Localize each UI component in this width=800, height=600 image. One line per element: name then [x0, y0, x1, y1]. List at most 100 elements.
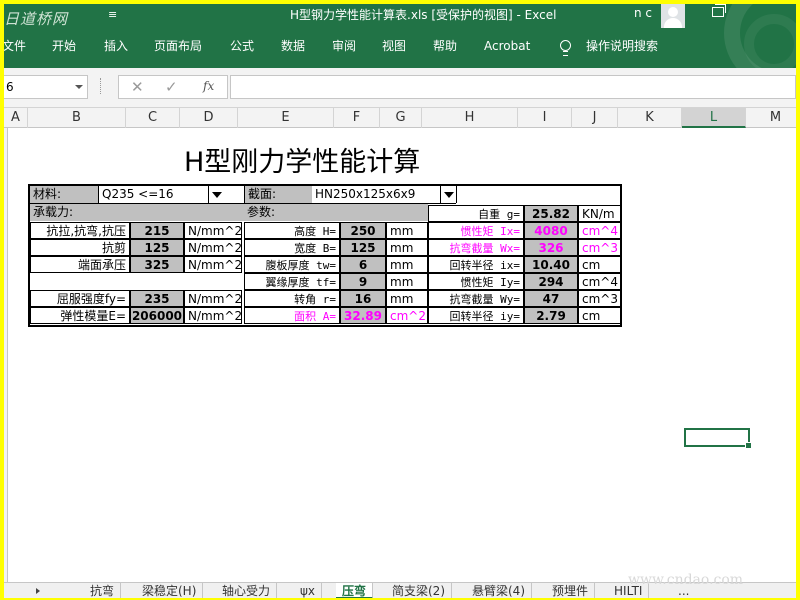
- column-header-J[interactable]: J: [572, 108, 618, 128]
- param-unit-5: mm: [386, 290, 428, 307]
- param-value-5: 16: [340, 290, 386, 307]
- chevron-down-icon[interactable]: [75, 85, 83, 89]
- section-dropdown-arrow-icon[interactable]: [440, 186, 456, 203]
- sheet-tab-2[interactable]: 梁稳定(H): [136, 583, 204, 598]
- param-label-3: 腹板厚度 tw=: [244, 256, 340, 273]
- tab-formulas[interactable]: 公式: [230, 34, 254, 58]
- param-label-5: 转角 r=: [244, 290, 340, 307]
- column-header-C[interactable]: C: [126, 108, 180, 128]
- tab-data[interactable]: 数据: [281, 34, 305, 58]
- calculation-table: 材料: Q235 <=16 截面: HN250x125x6x9 承载力: 参数:…: [28, 184, 622, 327]
- sheet-tab-active[interactable]: 压弯: [336, 583, 374, 598]
- param-unit-1: mm: [386, 222, 428, 239]
- capacity-unit-2: N/mm^2: [184, 239, 242, 256]
- selected-cell[interactable]: [684, 428, 752, 449]
- prop-label-6: 抗弯截量 Wy=: [428, 290, 524, 307]
- ribbon-display-options-icon[interactable]: [712, 4, 726, 17]
- column-header-I[interactable]: I: [518, 108, 572, 128]
- capacity-value-2: 125: [130, 239, 184, 256]
- user-name[interactable]: n c: [634, 6, 652, 20]
- tab-help[interactable]: 帮助: [433, 34, 457, 58]
- column-header-M[interactable]: M: [746, 108, 796, 128]
- prop-unit-1: KN/m: [578, 205, 622, 222]
- param-value-6: 32.89: [340, 307, 386, 324]
- param-value-3: 6: [340, 256, 386, 273]
- column-header-G[interactable]: G: [380, 108, 422, 128]
- param-label-2: 宽度 B=: [244, 239, 340, 256]
- column-header-H[interactable]: H: [422, 108, 518, 128]
- name-box[interactable]: 6: [4, 75, 88, 99]
- capacity-value-4: 235: [130, 290, 184, 307]
- prop-label-3: 抗弯截量 Wx=: [428, 239, 524, 256]
- prop-value-2: 4080: [524, 222, 578, 239]
- formula-input[interactable]: [230, 75, 796, 99]
- tab-view[interactable]: 视图: [382, 34, 406, 58]
- column-header-E[interactable]: E: [238, 108, 334, 128]
- avatar[interactable]: [661, 4, 685, 28]
- param-value-2: 125: [340, 239, 386, 256]
- tab-review[interactable]: 审阅: [332, 34, 356, 58]
- param-label-4: 翼缘厚度 tf=: [244, 273, 340, 290]
- worksheet-grid[interactable]: H型刚力学性能计算 材料: Q235 <=16 截面: HN250x125x6x…: [8, 128, 796, 582]
- capacity-unit-1: N/mm^2: [184, 222, 242, 239]
- capacity-unit-3: N/mm^2: [184, 256, 242, 273]
- capacity-label-5: 弹性模量E=: [30, 307, 130, 324]
- formula-buttons: ✕ ✓ fx: [118, 75, 228, 99]
- param-unit-4: mm: [386, 273, 428, 290]
- prop-value-5: 294: [524, 273, 578, 290]
- prop-value-4: 10.40: [524, 256, 578, 273]
- sheet-tab-4[interactable]: ψx: [294, 583, 323, 598]
- name-box-value: 6: [6, 80, 14, 94]
- column-header-F[interactable]: F: [334, 108, 380, 128]
- quick-access-customize-icon[interactable]: ≡: [108, 8, 117, 21]
- column-header-B[interactable]: B: [28, 108, 126, 128]
- param-label-1: 高度 H=: [244, 222, 340, 239]
- column-header-L[interactable]: L: [682, 108, 746, 128]
- section-label: 截面:: [244, 186, 312, 203]
- material-dropdown-arrow-icon[interactable]: [208, 186, 224, 203]
- sheet-tab-3[interactable]: 轴心受力: [216, 583, 278, 598]
- params-header: 参数:: [244, 204, 428, 221]
- sheet-tab-7[interactable]: 悬臂梁(4): [466, 583, 532, 598]
- column-header-D[interactable]: D: [180, 108, 238, 128]
- prop-unit-3: cm^3: [578, 239, 622, 256]
- column-header-A[interactable]: A: [4, 108, 28, 128]
- splitter-handle[interactable]: [100, 78, 103, 94]
- param-value-1: 250: [340, 222, 386, 239]
- prop-label-2: 惯性矩 Ix=: [428, 222, 524, 239]
- column-header-K[interactable]: K: [618, 108, 682, 128]
- excel-window: 日道桥网 ≡ H型钢力学性能计算表.xls [受保护的视图] - Excel n…: [4, 4, 796, 598]
- capacity-label-1: 抗拉,抗弯,抗压: [30, 222, 130, 239]
- tab-home[interactable]: 开始: [52, 34, 76, 58]
- cancel-icon[interactable]: ✕: [131, 78, 144, 96]
- tab-insert[interactable]: 插入: [104, 34, 128, 58]
- tab-file[interactable]: 文件: [4, 34, 26, 58]
- material-select[interactable]: Q235 <=16: [98, 186, 226, 203]
- param-value-4: 9: [340, 273, 386, 290]
- prop-unit-2: cm^4: [578, 222, 622, 239]
- prop-unit-7: cm: [578, 307, 622, 324]
- column-headers: A B C D E F G H I J K L M: [4, 108, 796, 128]
- formula-bar: 6 ✕ ✓ fx: [4, 68, 796, 108]
- tab-page-layout[interactable]: 页面布局: [154, 34, 202, 58]
- prop-value-3: 326: [524, 239, 578, 256]
- site-logo: 日道桥网: [4, 10, 69, 28]
- sheet-tab-6[interactable]: 简支梁(2): [386, 583, 452, 598]
- scroll-right-icon[interactable]: [36, 588, 40, 594]
- sheet-tab-1[interactable]: 抗弯: [84, 583, 122, 598]
- sheet-tab-8[interactable]: 预埋件: [546, 583, 596, 598]
- param-unit-3: mm: [386, 256, 428, 273]
- sheet-title: H型刚力学性能计算: [184, 147, 421, 178]
- capacity-value-5: 206000: [130, 307, 184, 324]
- tab-acrobat[interactable]: Acrobat: [484, 34, 530, 58]
- enter-icon[interactable]: ✓: [165, 78, 178, 96]
- prop-value-6: 47: [524, 290, 578, 307]
- capacity-value-1: 215: [130, 222, 184, 239]
- prop-value-1: 25.82: [524, 205, 578, 222]
- tell-me-search[interactable]: 操作说明搜索: [586, 34, 658, 58]
- capacity-unit-5: N/mm^2: [184, 307, 242, 324]
- section-select[interactable]: HN250x125x6x9: [312, 186, 456, 203]
- capacity-header: 承载力:: [30, 204, 244, 221]
- insert-function-icon[interactable]: fx: [203, 79, 214, 93]
- param-label-6: 面积 A=: [244, 307, 340, 324]
